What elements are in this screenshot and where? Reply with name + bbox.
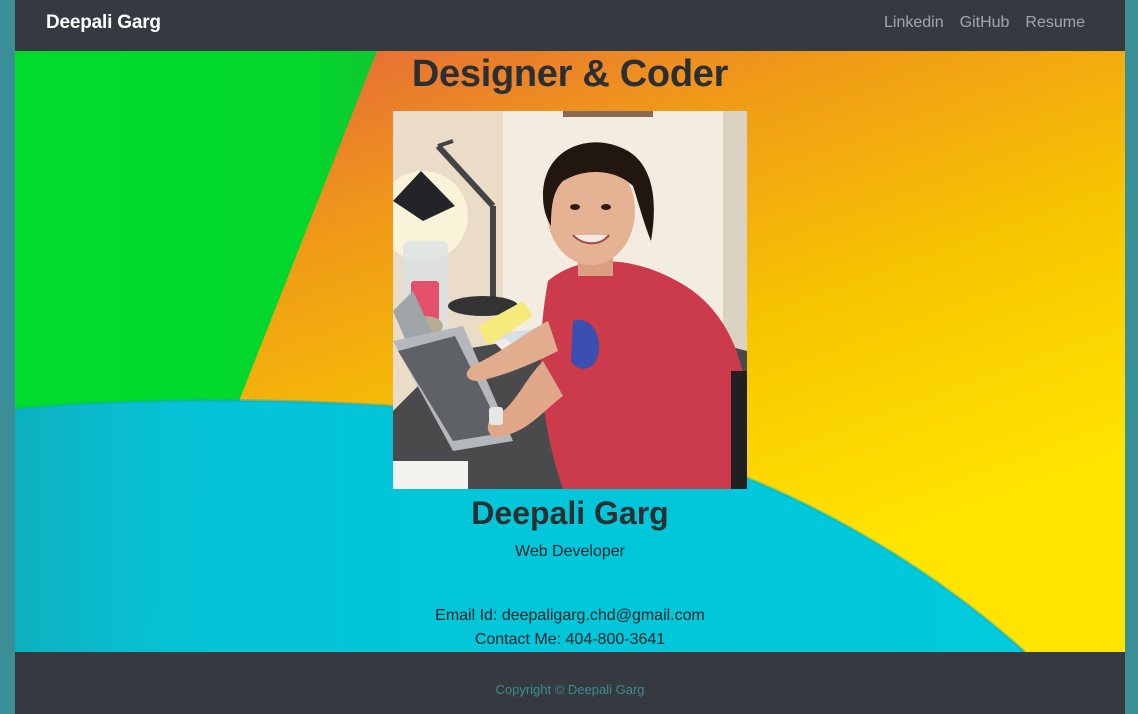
contact-email: Email Id: deepaligarg.chd@gmail.com	[435, 607, 705, 624]
nav-link-github[interactable]: GitHub	[960, 14, 1010, 32]
brand-link[interactable]: Deepali Garg	[46, 12, 161, 34]
hero-section: Designer & Coder Deepali Garg Web Develo…	[15, 51, 1125, 652]
profile-name: Deepali Garg	[471, 495, 669, 531]
profile-role: Web Developer	[515, 543, 625, 560]
navbar: Deepali Garg Linkedin GitHub Resume	[15, 0, 1125, 51]
copyright-text: Copyright © Deepali Garg	[495, 682, 645, 697]
nav-link-resume[interactable]: Resume	[1025, 14, 1085, 32]
nav-links: Linkedin GitHub Resume	[884, 14, 1085, 32]
green-shape	[15, 51, 377, 409]
nav-link-linkedin[interactable]: Linkedin	[884, 14, 944, 32]
profile-photo	[393, 111, 747, 489]
page-frame: Deepali Garg Linkedin GitHub Resume Desi…	[15, 0, 1125, 714]
footer: Copyright © Deepali Garg	[15, 652, 1125, 714]
contact-phone: Contact Me: 404-800-3641	[474, 631, 666, 648]
headline: Designer & Coder	[411, 53, 729, 95]
